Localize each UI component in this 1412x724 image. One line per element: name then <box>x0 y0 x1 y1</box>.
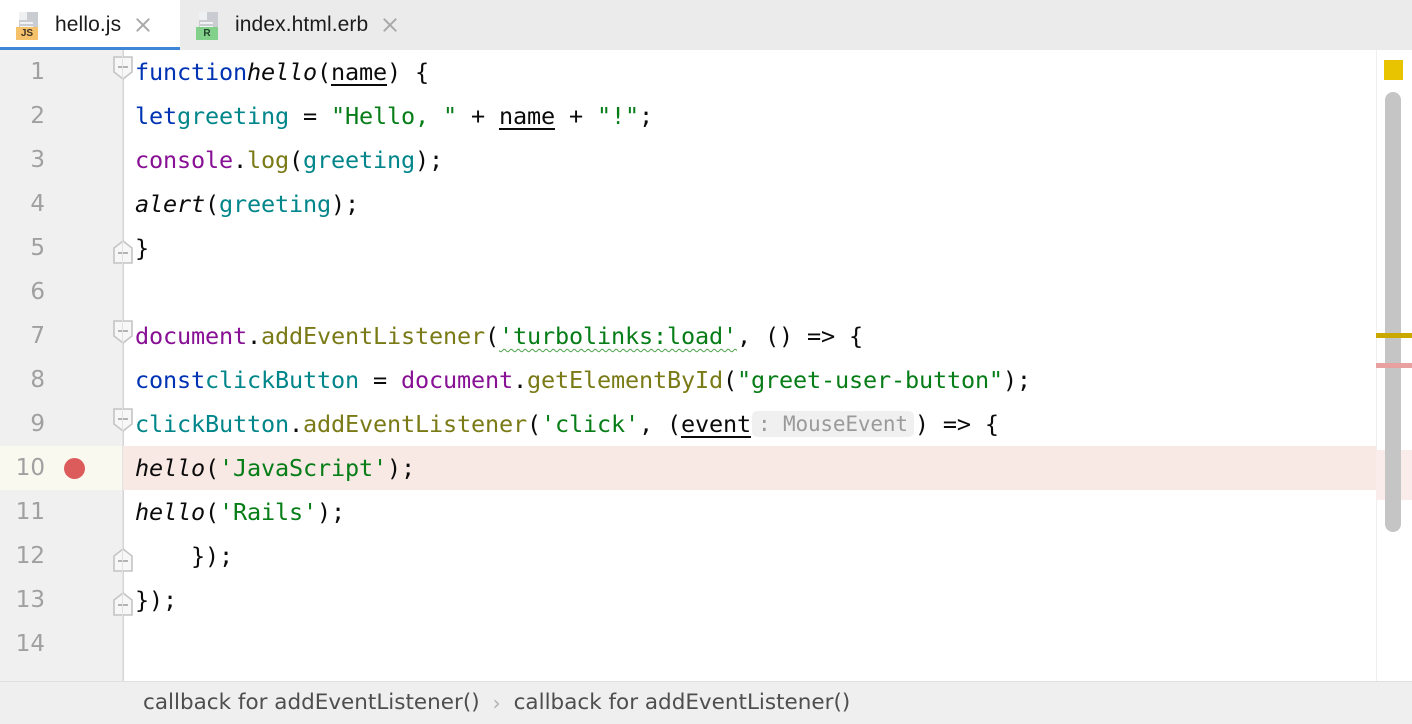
ruby-badge: R <box>196 27 218 40</box>
editor-scrollbar-column[interactable] <box>1376 50 1412 681</box>
editor-line-14[interactable]: 14 <box>0 622 1412 666</box>
code-line-text <box>123 622 135 666</box>
line-number[interactable]: 14 <box>0 622 46 666</box>
editor-tab-label: hello.js <box>55 13 121 37</box>
code-line-text: hello('Rails'); <box>123 490 345 534</box>
line-number[interactable]: 10 <box>0 446 46 490</box>
close-icon[interactable] <box>380 15 400 35</box>
editor-line-4[interactable]: 4 alert(greeting); <box>0 182 1412 226</box>
editor-line-9[interactable]: 9 clickButton.addEventListener('click', … <box>0 402 1412 446</box>
editor-line-2[interactable]: 2 let greeting = "Hello, " + name + "!"; <box>0 94 1412 138</box>
code-line-text: }); <box>123 534 233 578</box>
editor-line-6[interactable]: 6 <box>0 270 1412 314</box>
editor-line-10[interactable]: 10 hello('JavaScript'); <box>0 446 1412 490</box>
editor-line-8[interactable]: 8 const clickButton = document.getElemen… <box>0 358 1412 402</box>
line-number[interactable]: 9 <box>0 402 46 446</box>
javascript-file-icon: JS <box>16 11 42 39</box>
editor-line-11[interactable]: 11 hello('Rails'); <box>0 490 1412 534</box>
inspection-status-indicator[interactable] <box>1384 60 1403 80</box>
editor-tab-bar: JS hello.js R index.html.erb <box>0 0 1412 50</box>
editor-line-3[interactable]: 3 console.log(greeting); <box>0 138 1412 182</box>
code-line-text: } <box>123 226 149 270</box>
line-number[interactable]: 7 <box>0 314 46 358</box>
ide-editor-window: JS hello.js R index.html.erb 1 <box>0 0 1412 724</box>
line-number[interactable]: 11 <box>0 490 46 534</box>
breakpoint-icon[interactable] <box>64 458 85 479</box>
line-number[interactable]: 8 <box>0 358 46 402</box>
line-number[interactable]: 4 <box>0 182 46 226</box>
line-number[interactable]: 5 <box>0 226 46 270</box>
code-line-text: alert(greeting); <box>123 182 359 226</box>
editor-line-1[interactable]: 1 function hello(name) { <box>0 50 1412 94</box>
breadcrumb-top-divider <box>0 681 1412 682</box>
editor-tab-hello-js[interactable]: JS hello.js <box>0 0 180 50</box>
erb-file-icon: R <box>196 11 222 39</box>
line-number[interactable]: 3 <box>0 138 46 182</box>
line-number[interactable]: 2 <box>0 94 46 138</box>
breadcrumb-bar: callback for addEventListener() › callba… <box>0 681 1412 724</box>
editor-line-12[interactable]: 12 }); <box>0 534 1412 578</box>
code-line-text <box>123 270 135 314</box>
code-line-text: document.addEventListener('turbolinks:lo… <box>123 314 863 358</box>
code-line-text: let greeting = "Hello, " + name + "!"; <box>123 94 653 138</box>
gutter-divider <box>122 50 123 681</box>
editor-line-13[interactable]: 13 }); <box>0 578 1412 622</box>
scrollbar-thumb[interactable] <box>1385 92 1401 532</box>
chevron-right-icon: › <box>493 691 501 715</box>
editor-line-5[interactable]: 5 } <box>0 226 1412 270</box>
code-line-text: const clickButton = document.getElementB… <box>123 358 1031 402</box>
line-number[interactable]: 12 <box>0 534 46 578</box>
code-line-text: console.log(greeting); <box>123 138 443 182</box>
error-stripe-error-marker[interactable] <box>1376 363 1412 368</box>
breadcrumb-item-1[interactable]: callback for addEventListener() <box>143 690 480 715</box>
close-icon[interactable] <box>133 15 153 35</box>
editor-tab-index-html-erb[interactable]: R index.html.erb <box>180 0 430 50</box>
js-badge: JS <box>16 27 38 40</box>
code-line-text: clickButton.addEventListener('click', (e… <box>123 402 999 446</box>
code-line-text: }); <box>123 578 177 622</box>
breadcrumb-item-2[interactable]: callback for addEventListener() <box>514 690 851 715</box>
line-number[interactable]: 1 <box>0 50 46 94</box>
error-stripe-warning-marker[interactable] <box>1376 333 1412 338</box>
code-line-text: hello('JavaScript'); <box>123 446 415 490</box>
line-number[interactable]: 6 <box>0 270 46 314</box>
code-line-text: function hello(name) { <box>123 50 429 94</box>
editor-line-7[interactable]: 7 document.addEventListener('turbolinks:… <box>0 314 1412 358</box>
line-number[interactable]: 13 <box>0 578 46 622</box>
editor-tab-label: index.html.erb <box>235 13 368 37</box>
code-editor[interactable]: 1 function hello(name) { 2 let greeting … <box>0 50 1412 681</box>
inlay-hint-mouseevent: : MouseEvent <box>752 411 914 437</box>
